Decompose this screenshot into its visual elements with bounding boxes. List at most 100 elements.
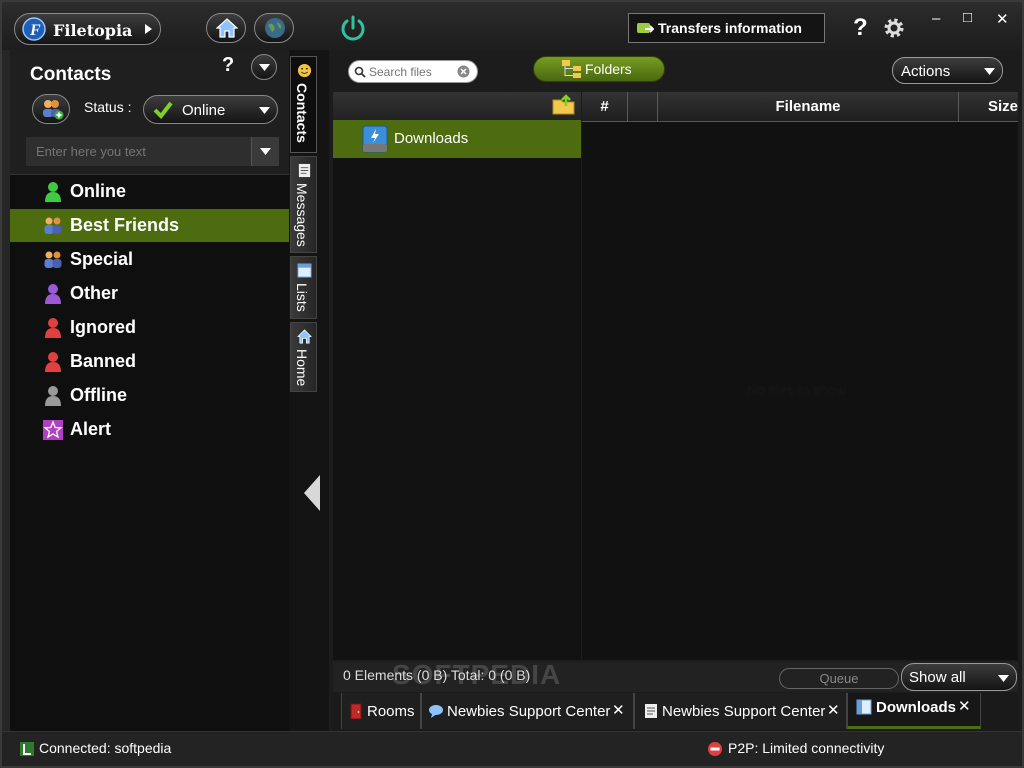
contact-filter-dropdown[interactable] [251,137,279,166]
chevron-down-icon [259,107,270,114]
close-tab-icon[interactable]: ✕ [958,697,971,715]
contact-group-best-friends[interactable]: Best Friends [10,209,289,242]
tab-home[interactable]: Home [290,322,317,392]
search-files-input[interactable] [369,63,457,81]
tab-contacts[interactable]: Contacts [290,56,317,153]
tab-messages[interactable]: Messages [290,156,317,253]
close-window-button[interactable]: ✕ [996,10,1009,28]
tab-downloads[interactable]: Downloads ✕ [847,693,981,729]
column-number[interactable]: # [582,92,628,122]
contact-group-ignored[interactable]: Ignored [10,311,289,344]
no-entry-icon [708,742,722,756]
tab-label: Rooms [367,703,415,720]
folder-item-downloads[interactable]: Downloads [333,120,581,158]
list-window-icon [297,263,312,278]
power-icon[interactable] [339,14,367,42]
search-files [348,60,478,83]
contact-group-other[interactable]: Other [10,277,289,310]
app-window: F Filetopia Transfers information ? – □ … [0,0,1024,768]
tab-lists-label: Lists [294,283,310,312]
users-group-icon [44,217,62,234]
contacts-options-dropdown[interactable] [251,54,277,80]
star-alert-icon [43,420,63,440]
contact-group-online[interactable]: Online [10,175,289,208]
transfer-icon [637,23,654,33]
close-tab-icon[interactable]: ✕ [612,701,625,719]
queue-button[interactable]: Queue [779,668,899,689]
new-folder-icon[interactable] [552,94,576,116]
close-tab-icon[interactable]: ✕ [827,701,840,719]
contact-group-offline[interactable]: Offline [10,379,289,412]
show-filter-dropdown[interactable]: Show all [901,663,1017,691]
title-bar: F Filetopia Transfers information ? – □ … [2,2,1022,50]
folder-tree-icon [562,60,581,78]
user-gray-icon [45,386,61,406]
clear-search-icon[interactable] [457,65,470,78]
home-icon [216,18,238,38]
contact-group-banned[interactable]: Banned [10,345,289,378]
gear-icon[interactable] [882,16,906,40]
watermark: SOFTPEDIA [392,659,562,690]
contact-filter-input[interactable] [26,137,251,166]
globe-button[interactable] [254,13,294,43]
contact-group-special[interactable]: Special [10,243,289,276]
tab-messages-label: Messages [294,183,310,247]
folder-pane-header [333,92,581,120]
search-icon [354,66,366,78]
contacts-help-icon[interactable]: ? [222,54,234,77]
contact-groups-list: Online Best Friends Special Other Ignored Ban… [10,174,289,731]
user-green-icon [45,182,61,202]
contact-group-label: Alert [70,419,112,439]
tab-newbies-support-center-chat[interactable]: Newbies Support Center ✕ [421,693,634,729]
status-dropdown[interactable]: Online [143,95,278,124]
actions-label: Actions [901,63,951,80]
column-size[interactable]: Size [959,92,1018,122]
checkmark-icon [153,101,173,119]
tab-label: Downloads [876,699,957,716]
folders-button[interactable]: Folders [533,56,665,82]
tab-label: Newbies Support Center [662,703,826,720]
column-type[interactable] [628,92,658,122]
window-icon [856,699,872,715]
tab-contacts-label: Contacts [294,83,310,143]
user-red-icon [45,318,61,338]
smiley-icon [297,63,312,78]
file-list-pane: # Filename Size No files to show [582,92,1018,660]
tab-home-label: Home [294,349,310,387]
add-contact-button[interactable] [32,94,70,124]
play-arrow-icon [145,24,152,34]
contact-group-label: Other [70,283,119,303]
filetopia-logo-icon: F [22,17,46,41]
transfers-information-button[interactable]: Transfers information [628,13,825,43]
file-list-header: # Filename Size [582,92,1018,122]
tab-lists[interactable]: Lists [290,256,317,319]
actions-dropdown[interactable]: Actions [892,57,1003,84]
contact-group-label: Best Friends [70,215,180,235]
contact-filter [26,137,251,166]
contact-group-label: Offline [70,385,127,405]
column-filename[interactable]: Filename [658,92,959,122]
add-contact-icon [43,100,64,120]
show-filter-value: Show all [909,669,966,686]
home-button[interactable] [206,13,246,43]
empty-files-message: No files to show [747,382,846,398]
status-bar: Connected: softpedia P2P: Limited connec… [2,731,1022,766]
help-icon[interactable]: ? [853,14,868,42]
tab-newbies-support-center-messages[interactable]: Newbies Support Center ✕ [634,693,847,729]
collapse-panel-arrow-icon[interactable] [304,475,320,511]
app-name: Filetopia [53,21,133,40]
window-tabs: Rooms Newbies Support Center ✕ Newbies S… [333,693,1018,731]
app-menu-button[interactable]: F Filetopia [14,13,161,45]
chevron-down-icon [998,675,1009,682]
contact-group-alert[interactable]: Alert [10,413,289,446]
status-label: Status : [84,99,132,115]
p2p-status: P2P: Limited connectivity [728,740,885,756]
contact-group-label: Ignored [70,317,136,337]
chevron-down-icon [984,68,995,75]
maximize-button[interactable]: □ [963,9,972,26]
minimize-button[interactable]: – [932,10,940,27]
chevron-down-icon [260,148,271,155]
svg-text:F: F [29,22,41,39]
tab-rooms[interactable]: Rooms [341,693,421,729]
document-icon [645,704,657,718]
